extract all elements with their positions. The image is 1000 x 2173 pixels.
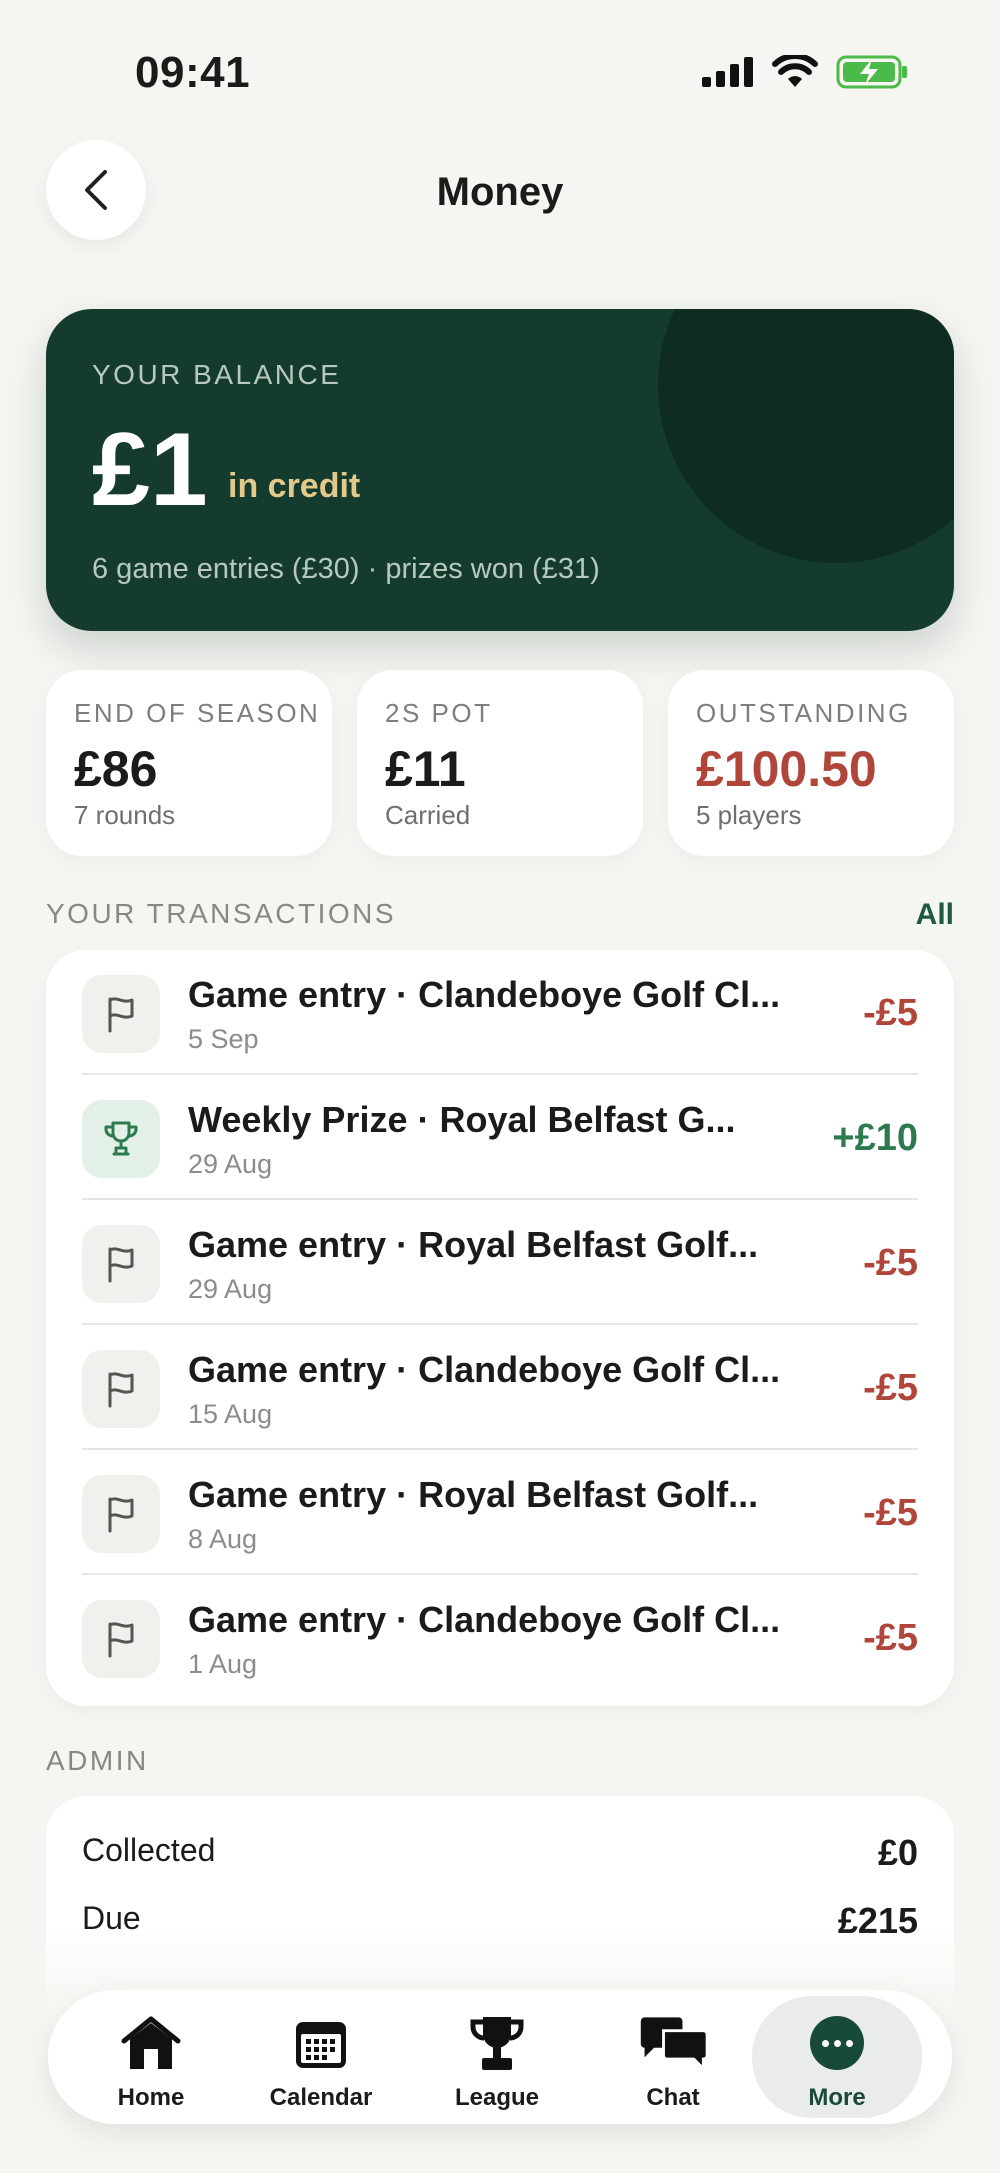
- stat-sub: Carried: [385, 800, 471, 830]
- header: Money: [0, 140, 1000, 244]
- transaction-amount: -£5: [863, 1492, 918, 1534]
- all-transactions-link[interactable]: All: [916, 898, 954, 932]
- transaction-title: Game entry · Clandeboye Golf Cl...: [188, 1599, 781, 1640]
- transaction-row[interactable]: Game entry · Clandeboye Golf Cl... 5 Sep…: [82, 950, 918, 1075]
- transactions-list: Game entry · Clandeboye Golf Cl... 5 Sep…: [46, 950, 954, 1706]
- balance-card: YOUR BALANCE £1 in credit 6 game entries…: [46, 309, 954, 631]
- transaction-row[interactable]: Game entry · Royal Belfast Golf... 29 Au…: [82, 1200, 918, 1325]
- transaction-row[interactable]: Game entry · Clandeboye Golf Cl... 1 Aug…: [82, 1575, 918, 1700]
- admin-value: £0: [877, 1832, 918, 1873]
- trophy-icon: [82, 1100, 160, 1178]
- flag-icon: [82, 1600, 160, 1678]
- stat-sub: 7 rounds: [74, 800, 176, 830]
- battery-charging-icon: [836, 55, 907, 89]
- tab-label: League: [454, 2084, 540, 2111]
- page-title: Money: [436, 170, 564, 214]
- transaction-row[interactable]: Game entry · Clandeboye Golf Cl... 15 Au…: [82, 1325, 918, 1450]
- admin-section-label: ADMIN: [46, 1745, 149, 1776]
- transaction-amount: -£5: [863, 1367, 918, 1409]
- transaction-amount: -£5: [863, 1242, 918, 1284]
- transaction-date: 5 Sep: [188, 1024, 259, 1054]
- tab-label: More: [808, 2084, 866, 2111]
- admin-label: Collected: [82, 1832, 216, 1868]
- status-time: 09:41: [135, 48, 251, 97]
- stat-label: 2S POT: [385, 698, 493, 728]
- transaction-row[interactable]: Game entry · Royal Belfast Golf... 8 Aug…: [82, 1450, 918, 1575]
- transaction-amount: -£5: [863, 1617, 918, 1659]
- stat-card-2s-pot[interactable]: 2S POT £11 Carried: [357, 670, 643, 856]
- transaction-row[interactable]: Weekly Prize · Royal Belfast G... 29 Aug…: [82, 1075, 918, 1200]
- transaction-date: 1 Aug: [188, 1649, 258, 1679]
- transaction-amount: -£5: [863, 992, 918, 1034]
- trophy-icon: [461, 2012, 533, 2074]
- transaction-amount: +£10: [832, 1117, 918, 1159]
- balance-detail: 6 game entries (£30) · prizes won (£31): [92, 553, 600, 585]
- balance-label: YOUR BALANCE: [92, 359, 342, 390]
- stat-sub: 5 players: [696, 800, 802, 830]
- tab-chat[interactable]: Chat: [588, 1990, 758, 2124]
- transaction-date: 15 Aug: [188, 1399, 273, 1429]
- tab-label: Calendar: [269, 2084, 373, 2111]
- tab-bar: Home Calendar League Chat More: [48, 1990, 952, 2124]
- stat-value: £11: [385, 741, 466, 797]
- balance-amount: £1: [92, 412, 208, 528]
- balance-decoration: [658, 309, 954, 563]
- tab-calendar[interactable]: Calendar: [236, 1990, 406, 2124]
- tab-more[interactable]: More: [752, 1996, 922, 2118]
- home-icon: [115, 2012, 187, 2074]
- transaction-date: 29 Aug: [188, 1274, 273, 1304]
- transaction-date: 8 Aug: [188, 1524, 258, 1554]
- wifi-icon: [772, 55, 818, 87]
- transactions-section-label: YOUR TRANSACTIONS: [46, 898, 397, 929]
- tab-label: Home: [117, 2084, 185, 2111]
- stat-label: OUTSTANDING: [696, 698, 911, 728]
- transaction-title: Game entry · Clandeboye Golf Cl...: [188, 974, 781, 1015]
- balance-status: in credit: [228, 467, 361, 505]
- tab-label: Chat: [646, 2084, 700, 2111]
- status-icons: [702, 54, 908, 90]
- stat-label: END OF SEASON: [74, 698, 321, 728]
- transaction-date: 29 Aug: [188, 1149, 273, 1179]
- chat-icon: [637, 2012, 709, 2074]
- cellular-signal-icon: [702, 57, 753, 87]
- transaction-title: Weekly Prize · Royal Belfast G...: [188, 1099, 736, 1140]
- flag-icon: [82, 975, 160, 1053]
- flag-icon: [82, 1225, 160, 1303]
- tab-league[interactable]: League: [412, 1990, 582, 2124]
- transaction-title: Game entry · Royal Belfast Golf...: [188, 1474, 759, 1515]
- flag-icon: [82, 1475, 160, 1553]
- status-bar: 09:41: [0, 0, 1000, 140]
- stat-card-outstanding[interactable]: OUTSTANDING £100.50 5 players: [668, 670, 954, 856]
- tab-home[interactable]: Home: [66, 1990, 236, 2124]
- transaction-title: Game entry · Royal Belfast Golf...: [188, 1224, 759, 1265]
- more-icon: [801, 2012, 873, 2074]
- transaction-title: Game entry · Clandeboye Golf Cl...: [188, 1349, 781, 1390]
- calendar-icon: [285, 2012, 357, 2074]
- stat-value: £100.50: [696, 741, 877, 797]
- stat-card-end-of-season[interactable]: END OF SEASON £86 7 rounds: [46, 670, 332, 856]
- stat-value: £86: [74, 741, 158, 797]
- flag-icon: [82, 1350, 160, 1428]
